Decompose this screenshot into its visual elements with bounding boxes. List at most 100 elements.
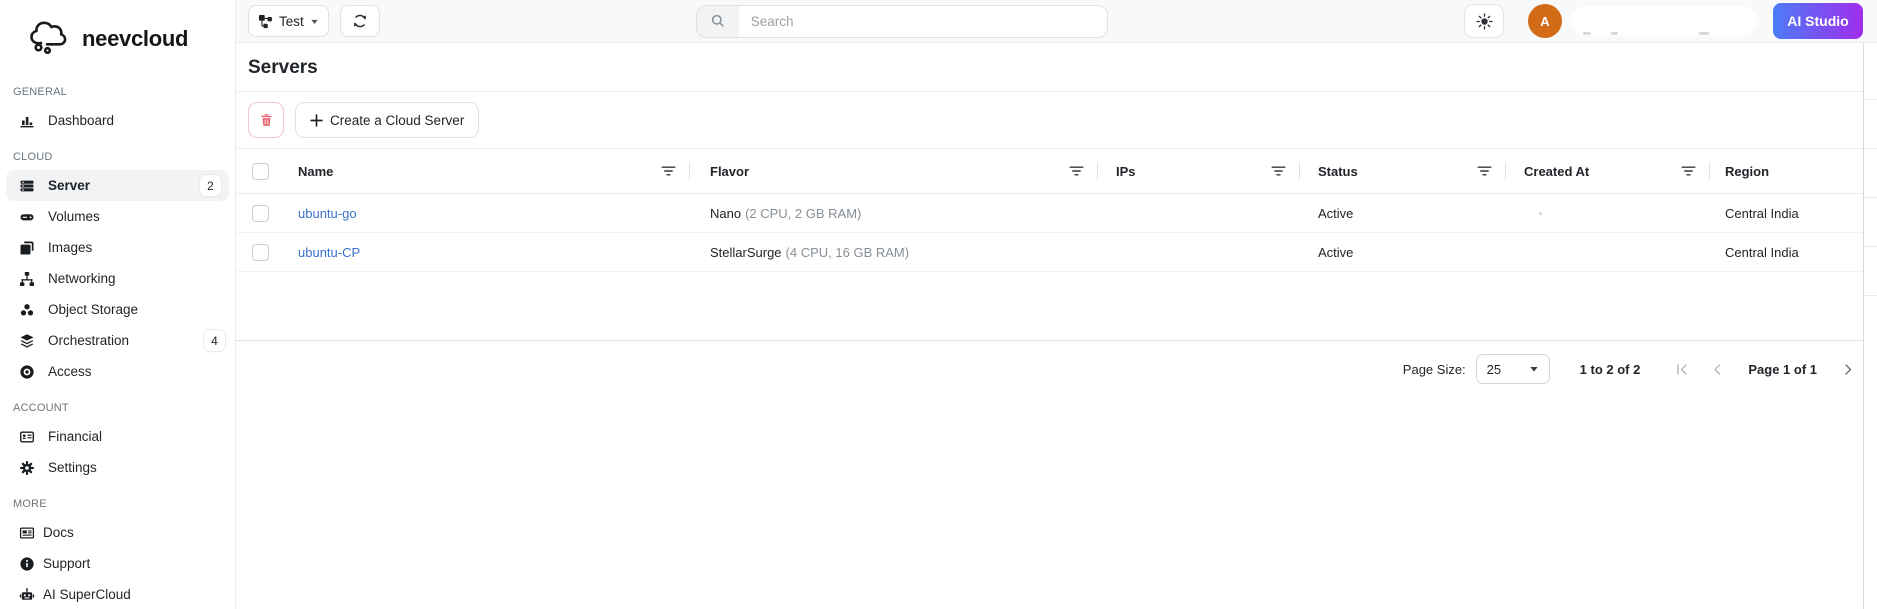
pagination-bar: Page Size: 25 1 to 2 of 2 Page 1 of 1 bbox=[236, 340, 1877, 397]
create-cloud-server-button[interactable]: Create a Cloud Server bbox=[295, 102, 480, 138]
project-nodes-icon bbox=[258, 14, 273, 29]
sidebar-item-images[interactable]: Images bbox=[0, 232, 235, 263]
support-info-icon bbox=[18, 556, 35, 572]
global-search bbox=[695, 4, 1108, 38]
sidebar-item-docs[interactable]: Docs bbox=[0, 517, 235, 548]
networking-icon bbox=[18, 271, 35, 287]
main-area: Test A AI Studio Servers bbox=[236, 0, 1877, 609]
flavor-name: Nano bbox=[710, 205, 742, 221]
row-checkbox[interactable] bbox=[252, 243, 269, 261]
page-size-select[interactable]: 25 bbox=[1475, 354, 1550, 384]
sidebar-item-support[interactable]: Support bbox=[0, 548, 235, 579]
sidebar-section-general: GENERAL bbox=[13, 86, 67, 98]
sidebar-item-label: Networking bbox=[48, 271, 116, 286]
server-icon bbox=[18, 178, 35, 194]
filter-icon[interactable] bbox=[1271, 165, 1286, 177]
server-name-link[interactable]: ubuntu-go bbox=[298, 206, 357, 221]
trash-icon bbox=[259, 112, 274, 128]
access-icon bbox=[18, 364, 35, 380]
row-checkbox[interactable] bbox=[252, 204, 269, 222]
select-all-checkbox[interactable] bbox=[252, 162, 269, 180]
sidebar-section-more: MORE bbox=[13, 498, 47, 510]
sidebar-item-label: Dashboard bbox=[48, 113, 115, 128]
sidebar-item-networking[interactable]: Networking bbox=[0, 263, 235, 294]
sidebar-section-account: ACCOUNT bbox=[13, 402, 69, 414]
table-empty-space bbox=[236, 272, 1877, 340]
server-count-badge: 2 bbox=[200, 175, 221, 196]
table-header-row: Name Flavor IPs Status Created At Region bbox=[236, 149, 1877, 194]
delete-servers-button[interactable] bbox=[248, 102, 284, 138]
sidebar-section-cloud: CLOUD bbox=[13, 151, 53, 163]
rows-range-text: 1 to 2 of 2 bbox=[1579, 361, 1641, 377]
flavor-specs: (2 CPU, 2 GB RAM) bbox=[745, 205, 862, 221]
edge-strip-lines bbox=[1864, 51, 1877, 311]
sidebar-item-dashboard[interactable]: Dashboard bbox=[0, 105, 235, 136]
sidebar-item-label: Server bbox=[48, 178, 91, 193]
create-cloud-server-label: Create a Cloud Server bbox=[330, 112, 465, 128]
sidebar-item-label: AI SuperCloud bbox=[43, 587, 131, 602]
flavor-specs: (4 CPU, 16 GB RAM) bbox=[785, 244, 910, 260]
sidebar-item-financial[interactable]: Financial bbox=[0, 421, 235, 452]
sidebar-item-label: Support bbox=[43, 556, 91, 571]
object-storage-icon bbox=[18, 302, 35, 318]
next-page-button[interactable] bbox=[1837, 358, 1859, 380]
status-value: Active bbox=[1318, 205, 1354, 221]
ai-studio-button[interactable]: AI Studio bbox=[1773, 3, 1863, 39]
sidebar-item-label: Docs bbox=[43, 525, 74, 540]
avatar-initial: A bbox=[1540, 13, 1550, 29]
theme-toggle-button[interactable] bbox=[1464, 4, 1504, 38]
sidebar-item-access[interactable]: Access bbox=[0, 356, 235, 387]
refresh-icon bbox=[352, 13, 368, 29]
images-icon bbox=[18, 240, 35, 256]
sidebar-item-volumes[interactable]: Volumes bbox=[0, 201, 235, 232]
sidebar-item-settings[interactable]: Settings bbox=[0, 452, 235, 483]
sidebar-item-label: Financial bbox=[48, 429, 103, 444]
page-title: Servers bbox=[248, 57, 318, 78]
brand-name: neevcloud bbox=[82, 25, 189, 51]
sidebar-item-server[interactable]: Server 2 bbox=[6, 170, 229, 201]
column-header-name: Name bbox=[298, 163, 334, 179]
chevron-down-icon bbox=[310, 17, 319, 26]
filter-icon[interactable] bbox=[1477, 165, 1492, 177]
column-header-flavor: Flavor bbox=[710, 163, 750, 179]
search-input[interactable] bbox=[738, 13, 1107, 29]
page-indicator-text: Page 1 of 1 bbox=[1748, 361, 1817, 377]
sidebar-item-label: Object Storage bbox=[48, 302, 139, 317]
sidebar-item-label: Images bbox=[48, 240, 93, 255]
created-at-redacted-mark bbox=[1539, 211, 1542, 215]
brand-logo: neevcloud bbox=[0, 0, 235, 71]
app-window: neevcloud GENERAL Dashboard CLOUD Server… bbox=[0, 0, 1877, 609]
financial-icon bbox=[18, 429, 35, 445]
top-bar: Test A AI Studio bbox=[236, 0, 1877, 43]
server-name-link[interactable]: ubuntu-CP bbox=[298, 245, 360, 260]
filter-icon[interactable] bbox=[661, 165, 676, 177]
first-page-button[interactable] bbox=[1670, 358, 1692, 380]
right-edge-strip bbox=[1863, 43, 1877, 609]
region-value: Central India bbox=[1725, 205, 1799, 221]
project-selector-button[interactable]: Test bbox=[248, 5, 329, 37]
table-row: ubuntu-CP StellarSurge (4 CPU, 16 GB RAM… bbox=[236, 233, 1877, 272]
orchestration-icon bbox=[18, 333, 35, 349]
select-caret-icon bbox=[1529, 364, 1539, 374]
orchestration-count-badge: 4 bbox=[204, 330, 225, 351]
sidebar-item-object-storage[interactable]: Object Storage bbox=[0, 294, 235, 325]
page-size-value: 25 bbox=[1486, 361, 1502, 377]
filter-icon[interactable] bbox=[1069, 165, 1084, 177]
region-value: Central India bbox=[1725, 244, 1799, 260]
refresh-button[interactable] bbox=[339, 5, 380, 37]
robot-icon bbox=[18, 587, 35, 603]
plus-icon bbox=[310, 113, 323, 127]
user-avatar[interactable]: A bbox=[1528, 4, 1562, 38]
sidebar-item-orchestration[interactable]: Orchestration 4 bbox=[0, 325, 235, 356]
filter-icon[interactable] bbox=[1681, 165, 1696, 177]
volumes-icon bbox=[18, 209, 35, 225]
column-header-ips: IPs bbox=[1116, 163, 1136, 179]
previous-page-button[interactable] bbox=[1706, 358, 1728, 380]
flavor-name: StellarSurge bbox=[710, 244, 782, 260]
search-icon bbox=[696, 5, 739, 37]
sidebar-item-ai-supercloud[interactable]: AI SuperCloud bbox=[0, 579, 235, 609]
sidebar-item-label: Access bbox=[48, 364, 92, 379]
servers-page: Servers Create a Cloud Server Name Flavo… bbox=[236, 43, 1877, 609]
servers-toolbar: Create a Cloud Server bbox=[236, 92, 1877, 149]
user-name-redacted[interactable] bbox=[1571, 6, 1757, 36]
